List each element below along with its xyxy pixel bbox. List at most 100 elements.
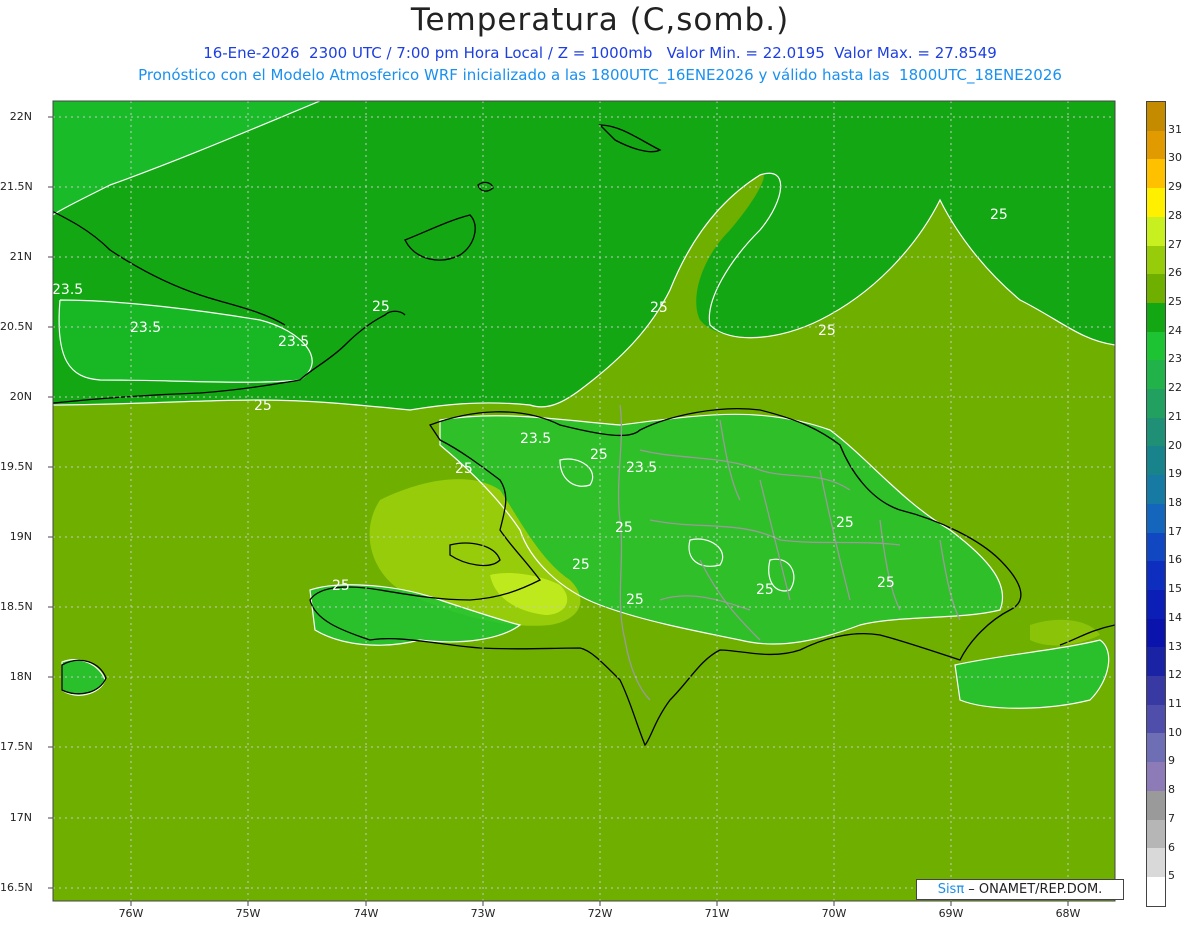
color-bar-label: 15 <box>1168 582 1182 596</box>
lat-label: 22N <box>9 110 32 123</box>
contour-label: 23.5 <box>130 320 161 336</box>
lon-label: 73W <box>470 907 496 920</box>
color-bar-swatch <box>1147 389 1165 418</box>
contour-label: 25 <box>836 515 854 531</box>
contour-label: 23.5 <box>278 334 309 350</box>
color-bar-swatch <box>1147 762 1165 791</box>
color-bar-swatch <box>1147 561 1165 590</box>
color-bar-swatch <box>1147 188 1165 217</box>
color-bar-label: 19 <box>1168 467 1182 481</box>
valid-time-line: 16-Ene-2026 2300 UTC / 7:00 pm Hora Loca… <box>203 44 997 62</box>
contour-label: 25 <box>626 592 644 608</box>
color-bar-label: 7 <box>1168 811 1175 825</box>
color-bar-label: 10 <box>1168 725 1182 739</box>
credit-text: – ONAMET/REP.DOM. <box>964 882 1103 897</box>
color-bar-label: 17 <box>1168 524 1182 538</box>
color-bar-label: 27 <box>1168 237 1182 251</box>
color-bar-swatch <box>1147 618 1165 648</box>
contour-label: 25 <box>332 578 350 594</box>
color-bar-label: 5 <box>1168 869 1175 883</box>
color-bar-swatch <box>1147 876 1165 906</box>
color-bar-label: 16 <box>1168 553 1182 567</box>
color-bar-swatch <box>1147 532 1165 562</box>
lat-label: 17N <box>9 811 32 824</box>
lat-label: 19.5N <box>0 460 33 473</box>
lon-label: 68W <box>1055 907 1081 920</box>
color-bar-swatch <box>1147 274 1165 303</box>
lat-label: 20N <box>9 390 32 403</box>
lon-label: 70W <box>821 907 847 920</box>
color-bar-swatch <box>1147 790 1165 820</box>
lat-label: 21.5N <box>0 180 33 193</box>
color-bar-label: 8 <box>1168 783 1175 797</box>
color-bar-swatch <box>1147 302 1165 332</box>
color-bar-swatch <box>1147 647 1165 677</box>
color-bar-swatch <box>1147 733 1165 763</box>
temperature-map: 23.5 23.5 23.5 25 25 25 25 23.5 25 23.5 … <box>48 100 1116 906</box>
color-bar-swatch <box>1147 417 1165 447</box>
color-bar-label: 6 <box>1168 840 1175 854</box>
color-bar-label: 12 <box>1168 668 1182 682</box>
sispi-logo: Sisπ <box>937 882 965 897</box>
lat-label: 17.5N <box>0 740 33 753</box>
color-bar-swatch <box>1147 216 1165 246</box>
contour-label: 23.5 <box>626 460 657 476</box>
color-bar-label: 14 <box>1168 610 1182 624</box>
contour-label: 25 <box>455 461 473 477</box>
map-plot-area: 23.5 23.5 23.5 25 25 25 25 23.5 25 23.5 … <box>52 101 1115 901</box>
color-bar-swatch <box>1147 676 1165 705</box>
contour-label: 23.5 <box>520 431 551 447</box>
lat-label: 18N <box>9 670 32 683</box>
contour-label: 25 <box>990 207 1008 223</box>
color-bar-label: 18 <box>1168 496 1182 509</box>
color-bar <box>1146 101 1166 907</box>
color-bar-swatch <box>1147 245 1165 275</box>
color-bar-swatch <box>1147 589 1165 619</box>
lat-label: 21N <box>9 250 32 263</box>
color-bar-label: 24 <box>1168 323 1182 337</box>
color-bar-label: 11 <box>1168 697 1182 710</box>
lon-label: 72W <box>587 907 613 920</box>
contour-label: 25 <box>650 300 668 316</box>
color-bar-swatch <box>1147 475 1165 504</box>
color-bar-label: 22 <box>1168 381 1182 395</box>
color-bar-swatch <box>1147 159 1165 189</box>
color-bar-label: 25 <box>1168 295 1182 308</box>
contour-label: 25 <box>756 582 774 598</box>
color-bar-swatch <box>1147 848 1165 877</box>
color-bar-label: 26 <box>1168 266 1182 280</box>
color-bar-label: 13 <box>1168 639 1182 653</box>
color-bar-swatch <box>1147 102 1165 131</box>
color-bar-label: 28 <box>1168 208 1182 222</box>
lat-label: 19N <box>9 530 32 543</box>
contour-label: 25 <box>877 575 895 591</box>
color-bar-label: 21 <box>1168 409 1182 423</box>
model-info-line: Pronóstico con el Modelo Atmosferico WRF… <box>138 66 1062 84</box>
contour-label: 25 <box>372 299 390 315</box>
lon-label: 74W <box>353 907 379 920</box>
lon-label: 69W <box>938 907 964 920</box>
lon-label: 75W <box>235 907 261 920</box>
contour-label: 23.5 <box>52 282 83 298</box>
color-bar-swatch <box>1147 446 1165 476</box>
color-bar-swatch <box>1147 130 1165 160</box>
color-bar-label: 31 <box>1168 122 1182 136</box>
credit-box: Sisπ – ONAMET/REP.DOM. <box>916 879 1124 900</box>
color-bar-label: 9 <box>1168 754 1175 768</box>
lon-label: 76W <box>118 907 144 920</box>
contour-label: 25 <box>590 447 608 463</box>
contour-label: 25 <box>818 323 836 339</box>
color-bar-swatch <box>1147 331 1165 361</box>
lat-label: 16.5N <box>0 881 33 894</box>
color-bar-swatch <box>1147 503 1165 533</box>
contour-label: 25 <box>615 520 633 536</box>
lat-label: 20.5N <box>0 320 33 333</box>
color-bar-label: 20 <box>1168 438 1182 452</box>
lat-label: 18.5N <box>0 600 33 613</box>
lon-label: 71W <box>704 907 730 920</box>
color-bar-label: 29 <box>1168 180 1182 194</box>
color-bar-label: 23 <box>1168 352 1182 366</box>
color-bar-label: 30 <box>1168 151 1182 165</box>
map-title: Temperatura (C,somb.) <box>410 2 790 38</box>
color-bar-swatch <box>1147 360 1165 390</box>
